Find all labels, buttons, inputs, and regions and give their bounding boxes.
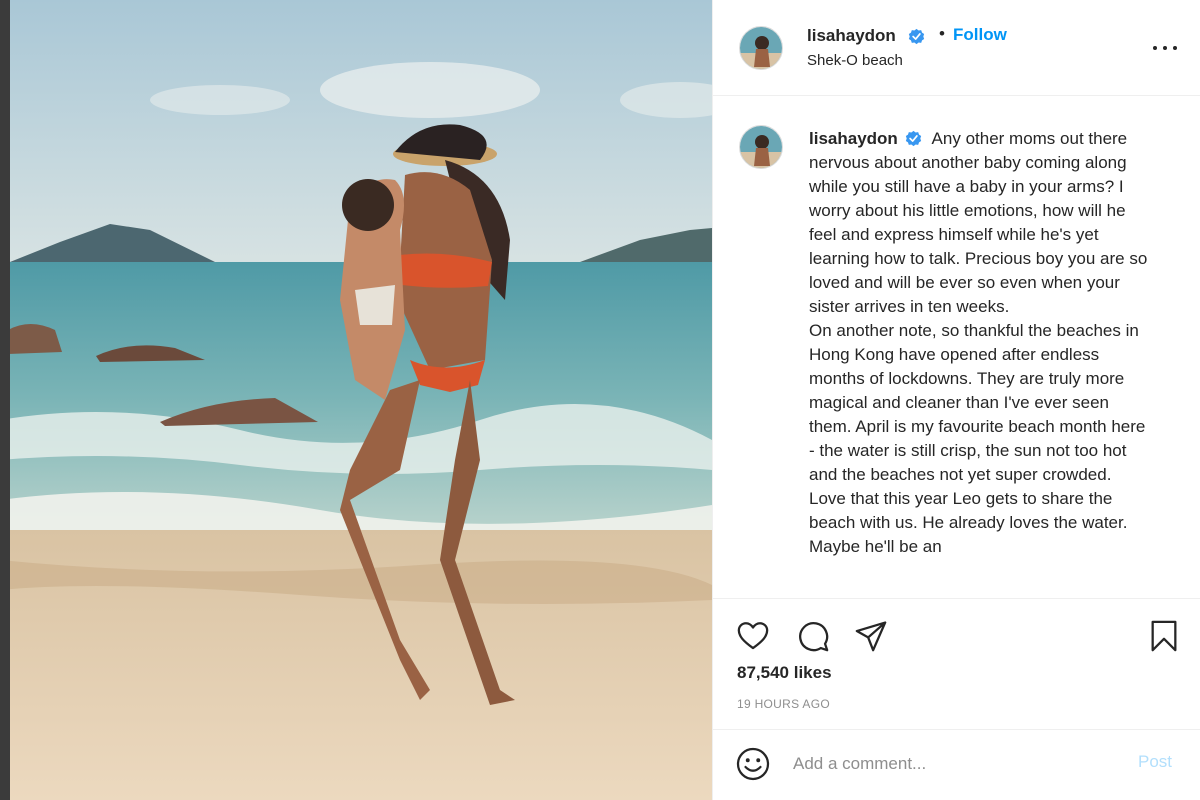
post-sidebar: lisahaydon • Follow Shek-O beach lisahay…: [712, 0, 1200, 800]
bookmark-icon[interactable]: [1146, 619, 1182, 653]
verified-badge-icon: [905, 130, 921, 147]
follow-button[interactable]: Follow: [953, 25, 1007, 45]
separator-dot: •: [939, 24, 945, 43]
post-timestamp[interactable]: 19 HOURS AGO: [737, 697, 830, 711]
post-header: lisahaydon • Follow Shek-O beach: [713, 0, 1200, 96]
add-comment-bar: Post: [713, 729, 1200, 800]
caption-username[interactable]: lisahaydon: [809, 129, 898, 148]
avatar-image: [740, 27, 782, 69]
comment-bubble-icon[interactable]: [795, 619, 831, 653]
verified-badge-icon: [908, 28, 925, 45]
smiley-icon[interactable]: [735, 746, 771, 782]
post-actions: 87,540 likes 19 HOURS AGO Post: [713, 598, 1200, 800]
post-comment-button[interactable]: Post: [1138, 752, 1172, 772]
paper-plane-icon[interactable]: [853, 619, 889, 653]
username-link[interactable]: lisahaydon: [807, 26, 896, 46]
caption-text: Any other moms out there nervous about a…: [809, 129, 1148, 556]
caption-avatar[interactable]: [739, 125, 783, 169]
like-count[interactable]: 87,540 likes: [737, 663, 832, 683]
more-options-icon[interactable]: [1151, 36, 1179, 60]
comment-input[interactable]: [793, 748, 1123, 780]
avatar[interactable]: [739, 26, 783, 70]
beach-photo-illustration: [0, 0, 712, 800]
avatar-image: [740, 126, 782, 168]
comments-section: lisahaydon Any other moms out there nerv…: [713, 97, 1200, 597]
post-photo[interactable]: [0, 0, 712, 800]
heart-icon[interactable]: [735, 619, 771, 653]
location-link[interactable]: Shek-O beach: [807, 52, 903, 69]
post-caption: lisahaydon Any other moms out there nerv…: [809, 127, 1149, 559]
